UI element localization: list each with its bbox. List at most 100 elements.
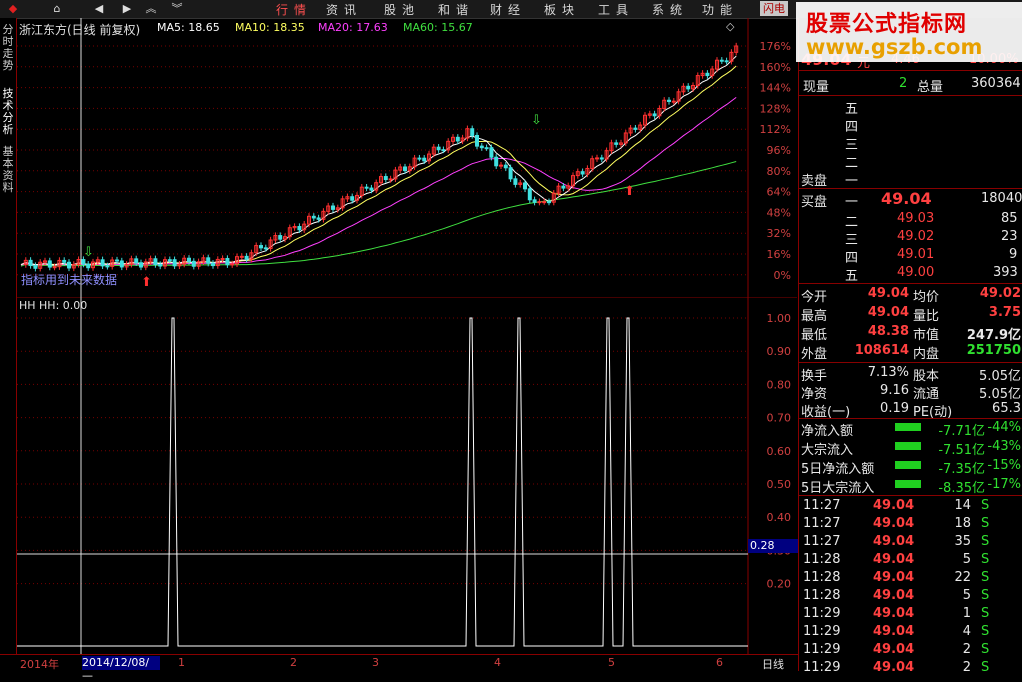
stat-value: 5.05亿 (979, 387, 1021, 402)
candle-body (547, 201, 551, 204)
tick-row[interactable]: 11:27 49.04 18 S (799, 516, 1022, 534)
stat-value: 49.02 (979, 286, 1021, 301)
sell-level-4: 四 (845, 120, 859, 135)
y-tick-label: 48% (767, 206, 791, 219)
tick-row[interactable]: 11:29 49.04 2 S (799, 660, 1022, 678)
y-tick-label: 1.00 (767, 312, 792, 325)
buy-volume: 9 (1009, 247, 1018, 262)
date-axis-bar: 2014年 2014/12/08/— 1 2 3 4 5 6 日线 (0, 654, 798, 682)
now-volume-label: 现量 (803, 80, 830, 95)
candle-body (81, 259, 86, 265)
tick-row[interactable]: 11:28 49.04 5 S (799, 552, 1022, 570)
candle-body (259, 245, 263, 249)
candle-body (484, 147, 489, 150)
candle-body (191, 260, 196, 267)
total-volume-value: 360364 (971, 76, 1021, 91)
tick-volume: 2 (962, 642, 971, 657)
quote-panel: 49.04 元 4.46 10.00% 现量 2 总量 360364 五 四 三… (798, 18, 1022, 675)
now-volume-value: 2 (899, 76, 908, 91)
tick-volume: 5 (962, 588, 971, 603)
candle-body (134, 258, 139, 264)
tick-volume: 5 (962, 552, 971, 567)
ma20-legend: MA20: 17.63 (318, 21, 388, 34)
menu-item-news[interactable]: 资讯 (326, 1, 362, 18)
tick-volume: 4 (962, 624, 971, 639)
candle-body (316, 217, 321, 220)
back-icon[interactable]: ◀ (88, 1, 110, 16)
scroll-up-icon[interactable]: ︽ (140, 1, 162, 16)
indicator-chart-panel[interactable]: 1.000.900.800.700.600.500.400.300.20 HH … (17, 297, 799, 654)
candle-body (33, 265, 38, 269)
tick-row[interactable]: 11:28 49.04 22 S (799, 570, 1022, 588)
menu-item-stock-pool[interactable]: 股池 (384, 1, 420, 18)
menu-item-harmony[interactable]: 和谐 (438, 1, 474, 18)
tab-fundamentals[interactable]: 基本资料 (1, 146, 15, 194)
candle-body (105, 265, 110, 268)
candle-body (686, 85, 691, 90)
buy-price: 49.03 (897, 211, 935, 226)
tick-volume: 14 (954, 498, 971, 513)
green-down-arrow-icon: ⇩ (83, 245, 94, 260)
home-icon[interactable]: ⌂ (46, 1, 68, 16)
tick-time: 11:27 (803, 534, 841, 549)
menu-item-system[interactable]: 系统 (652, 1, 688, 18)
candle-body (580, 171, 585, 175)
candle-body (403, 166, 407, 172)
tick-row[interactable]: 11:27 49.04 14 S (799, 498, 1022, 516)
candle-body (633, 127, 638, 130)
menu-item-functions[interactable]: 功能 (702, 1, 738, 18)
flow-pct: -44% (987, 420, 1021, 435)
left-tab-strip: 分时走势 技术分析 基本资料 (0, 18, 17, 671)
indicator-chart-canvas[interactable]: 1.000.900.800.700.600.500.400.300.20 (17, 297, 797, 654)
tick-volume: 22 (954, 570, 971, 585)
scroll-down-icon[interactable]: ︾ (166, 1, 188, 16)
buy-volume: 393 (993, 265, 1018, 280)
stat-value: 7.13% (867, 365, 909, 380)
stats-row: 外盘 108614 内盘 251750 (799, 343, 1022, 362)
stat-label: 最低 (801, 328, 828, 343)
menu-item-finance[interactable]: 财经 (490, 1, 526, 18)
candle-body (667, 99, 671, 102)
candle-body (263, 247, 268, 250)
tick-row[interactable]: 11:28 49.04 5 S (799, 588, 1022, 606)
tab-technical-analysis[interactable]: 技术分析 (1, 88, 15, 136)
stat-label: 股本 (913, 369, 940, 384)
menu-item-tools[interactable]: 工具 (598, 1, 634, 18)
tick-row[interactable]: 11:29 49.04 4 S (799, 624, 1022, 642)
flow-value: -7.51亿 (938, 443, 985, 458)
app-logo-icon[interactable]: ◆ (2, 1, 24, 16)
tick-side: S (981, 660, 990, 675)
tick-row[interactable]: 11:27 49.04 35 S (799, 534, 1022, 552)
stats-row: 换手 7.13% 股本 5.05亿 (799, 365, 1022, 384)
hh-indicator-line (17, 317, 748, 647)
candle-body (599, 157, 604, 160)
stat-label: 净资 (801, 387, 828, 402)
candle-body (67, 261, 71, 269)
buy-level: 五 (845, 269, 859, 284)
flash-button[interactable]: 闪电 (760, 1, 788, 16)
candle-body (187, 257, 191, 262)
kline-chart-canvas[interactable]: 176% 160% 144% 128% 112% 96% 80% 64% 48% 32% 16% 0%… (17, 18, 797, 297)
candle-body (119, 260, 124, 268)
y-tick-label: 144% (760, 82, 791, 95)
buy-price: 49.00 (897, 265, 935, 280)
tick-row[interactable]: 11:29 49.04 2 S (799, 642, 1022, 660)
menu-item-sector[interactable]: 板块 (544, 1, 580, 18)
tick-price: 49.04 (873, 642, 915, 657)
candle-body (244, 255, 249, 260)
period-selector[interactable]: 日线 (762, 656, 784, 672)
tick-row[interactable]: 11:29 49.04 1 S (799, 606, 1022, 624)
y-tick-label: 0.40 (767, 511, 792, 524)
tick-side: S (981, 534, 990, 549)
menu-item-quotes[interactable]: 行情 (276, 1, 312, 18)
tab-intraday[interactable]: 分时走势 (1, 24, 15, 72)
cursor-value-badge: 0.28 (748, 539, 799, 553)
sell-level-5: 五 (845, 102, 859, 117)
candle-body (278, 235, 283, 240)
sell-level-3: 三 (845, 138, 859, 153)
tick-price: 49.04 (873, 570, 915, 585)
forward-icon[interactable]: ▶ (116, 1, 138, 16)
stat-label: 今开 (801, 290, 828, 305)
tick-time: 11:29 (803, 624, 841, 639)
kline-chart-panel[interactable]: 176% 160% 144% 128% 112% 96% 80% 64% 48% 32% 16% 0%… (17, 18, 797, 297)
